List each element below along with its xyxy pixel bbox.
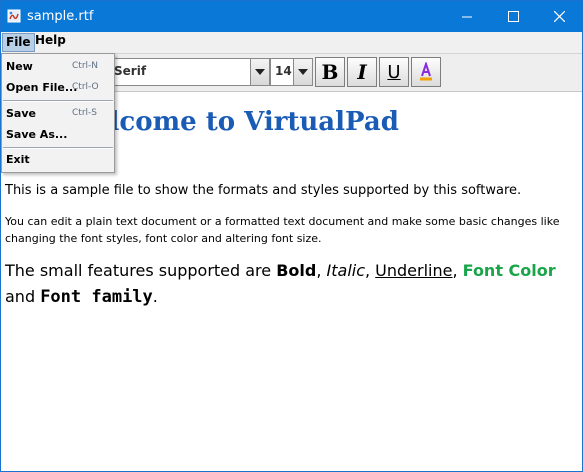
title-bar[interactable]: sample.rtf xyxy=(1,1,582,32)
menu-bar: File Help xyxy=(1,32,582,54)
window-title: sample.rtf xyxy=(27,9,94,24)
menu-item-exit[interactable]: Exit xyxy=(2,150,114,170)
maximize-icon xyxy=(507,11,519,22)
features-end: . xyxy=(152,287,158,306)
font-color-icon xyxy=(420,62,432,81)
chevron-down-icon xyxy=(255,69,265,75)
paragraph-intro: This is a sample file to show the format… xyxy=(5,183,522,198)
font-family-dropdown-arrow[interactable] xyxy=(250,59,269,85)
minimize-button[interactable] xyxy=(444,1,490,32)
minimize-icon xyxy=(461,16,472,18)
italic-button[interactable]: I xyxy=(347,57,377,87)
font-color-button[interactable] xyxy=(411,57,441,87)
menu-help[interactable]: Help xyxy=(32,33,69,52)
menu-separator xyxy=(3,100,113,102)
feature-underline: Underline xyxy=(375,261,453,280)
menu-item-label: Open File... xyxy=(6,81,78,94)
feature-font-color: Font Color xyxy=(462,261,556,280)
features-intro: The small features supported are xyxy=(5,261,277,280)
menu-item-open-file[interactable]: Open File... Ctrl-O xyxy=(2,78,114,98)
feature-sep: , xyxy=(452,261,463,280)
underline-label: U xyxy=(387,61,401,83)
menu-item-label: Exit xyxy=(6,153,30,166)
menu-item-shortcut: Ctrl-O xyxy=(72,82,99,92)
menu-item-label: New xyxy=(6,60,33,73)
feature-sep: and xyxy=(5,287,41,306)
chevron-down-icon xyxy=(298,69,308,75)
document-heading: elcome to VirtualPad xyxy=(93,107,399,137)
app-icon xyxy=(7,9,21,23)
menu-separator xyxy=(3,147,113,149)
feature-italic: Italic xyxy=(326,261,365,280)
font-size-dropdown-arrow[interactable] xyxy=(293,59,312,85)
font-size-select[interactable]: 14 xyxy=(270,58,313,86)
file-menu-dropdown: New Ctrl-N Open File... Ctrl-O Save Ctrl… xyxy=(1,53,115,173)
feature-sep: , xyxy=(365,261,376,280)
menu-item-label: Save xyxy=(6,107,36,120)
menu-item-shortcut: Ctrl-N xyxy=(72,61,98,71)
feature-bold: Bold xyxy=(276,261,317,280)
feature-font-family: Font family xyxy=(40,287,153,307)
italic-label: I xyxy=(357,60,367,84)
close-button[interactable] xyxy=(536,1,582,32)
maximize-button[interactable] xyxy=(490,1,536,32)
menu-file[interactable]: File xyxy=(2,33,35,52)
paragraph-features: The small features supported are Bold, I… xyxy=(5,258,580,310)
menu-item-new[interactable]: New Ctrl-N xyxy=(2,57,114,77)
menu-item-save[interactable]: Save Ctrl-S xyxy=(2,104,114,124)
menu-item-save-as[interactable]: Save As... xyxy=(2,125,114,145)
feature-sep: , xyxy=(316,261,327,280)
menu-item-label: Save As... xyxy=(6,128,68,141)
font-family-select[interactable]: Serif xyxy=(109,58,270,86)
bold-label: B xyxy=(321,60,339,84)
paragraph-details: You can edit a plain text document or a … xyxy=(5,215,560,245)
underline-button[interactable]: U xyxy=(379,57,409,87)
font-family-value: Serif xyxy=(114,64,147,78)
bold-button[interactable]: B xyxy=(315,57,345,87)
font-size-value: 14 xyxy=(275,64,292,78)
app-window: sample.rtf File Help Serif 14 B I U elco… xyxy=(0,0,583,472)
menu-item-shortcut: Ctrl-S xyxy=(72,108,97,118)
close-icon xyxy=(553,11,565,22)
